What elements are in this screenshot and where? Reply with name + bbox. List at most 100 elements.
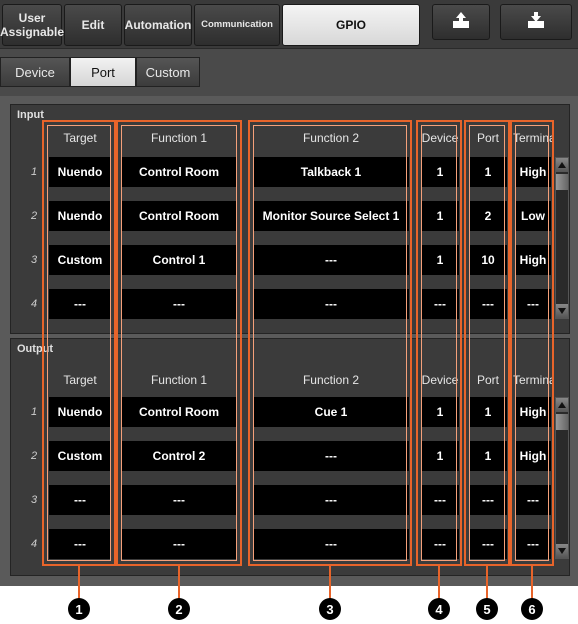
- function-2-cell[interactable]: ---: [253, 289, 409, 319]
- main-tab-bar: User Assignable Edit Automation Communicati…: [0, 0, 578, 48]
- column-header-port: Port: [476, 131, 499, 145]
- function-1-cell[interactable]: ---: [121, 529, 237, 559]
- callout-1: 1: [68, 598, 90, 620]
- port-cell[interactable]: 1: [469, 157, 507, 187]
- input-section: Input Target Function 1 Function 2 Device Por…: [10, 104, 570, 334]
- scroll-thumb[interactable]: [556, 414, 568, 430]
- column-header-target: Target: [63, 131, 97, 145]
- device-cell[interactable]: 1: [421, 397, 459, 427]
- function-1-cell[interactable]: Control Room: [121, 201, 237, 231]
- column-header-function-1: Function 1: [150, 131, 208, 145]
- column-header-terminal: Terminal: [513, 373, 553, 387]
- port-cell[interactable]: 2: [469, 201, 507, 231]
- target-cell[interactable]: Nuendo: [49, 157, 111, 187]
- upload-icon: [451, 10, 471, 35]
- function-1-cell[interactable]: ---: [121, 485, 237, 515]
- row-number: 1: [30, 406, 38, 418]
- port-cell[interactable]: ---: [469, 485, 507, 515]
- device-cell[interactable]: 1: [421, 245, 459, 275]
- function-1-cell[interactable]: Control Room: [121, 397, 237, 427]
- row-number: 4: [30, 538, 38, 550]
- output-section-label: Output: [17, 343, 54, 355]
- callout-4: 4: [428, 598, 450, 620]
- function-2-cell[interactable]: ---: [253, 441, 409, 471]
- callout-leader: [78, 566, 80, 600]
- terminal-cell[interactable]: ---: [515, 485, 551, 515]
- scroll-down-button[interactable]: [556, 304, 568, 318]
- upload-button[interactable]: [432, 4, 490, 40]
- column-header-target: Target: [63, 373, 97, 387]
- device-cell[interactable]: 1: [421, 201, 459, 231]
- device-cell[interactable]: 1: [421, 157, 459, 187]
- terminal-cell[interactable]: Low: [515, 201, 551, 231]
- gpio-port-settings-window: User Assignable Edit Automation Communicati…: [0, 0, 578, 624]
- port-cell[interactable]: 10: [469, 245, 507, 275]
- tab-user-assignable[interactable]: User Assignable: [0, 4, 64, 46]
- callout-leader: [486, 566, 488, 600]
- output-section: Output Target Function 1 Function 2 Device Po…: [10, 338, 570, 576]
- function-2-cell[interactable]: Talkback 1: [253, 157, 409, 187]
- function-2-cell[interactable]: ---: [253, 529, 409, 559]
- terminal-cell[interactable]: High: [515, 245, 551, 275]
- target-cell[interactable]: ---: [49, 529, 111, 559]
- port-settings-panel: Input Target Function 1 Function 2 Device Por…: [0, 96, 578, 586]
- column-header-device: Device: [421, 373, 459, 387]
- tab-communication[interactable]: Communication: [194, 4, 280, 46]
- row-number: 2: [30, 210, 38, 222]
- callout-leader: [178, 566, 180, 600]
- function-2-cell[interactable]: Monitor Source Select 1: [253, 201, 409, 231]
- terminal-cell[interactable]: ---: [515, 289, 551, 319]
- terminal-cell[interactable]: High: [515, 441, 551, 471]
- target-cell[interactable]: Custom: [49, 441, 111, 471]
- tab-automation[interactable]: Automation: [124, 4, 192, 46]
- scroll-up-button[interactable]: [556, 398, 568, 412]
- column-header-device: Device: [421, 131, 459, 145]
- target-cell[interactable]: Custom: [49, 245, 111, 275]
- column-header-function-2: Function 2: [302, 131, 360, 145]
- function-2-cell[interactable]: Cue 1: [253, 397, 409, 427]
- callout-leader: [438, 566, 440, 600]
- callout-leader: [329, 566, 331, 600]
- terminal-cell[interactable]: ---: [515, 529, 551, 559]
- download-button[interactable]: [500, 4, 572, 40]
- callout-2: 2: [168, 598, 190, 620]
- terminal-cell[interactable]: High: [515, 397, 551, 427]
- row-number: 4: [30, 298, 38, 310]
- input-section-label: Input: [17, 109, 44, 121]
- output-scrollbar[interactable]: [555, 397, 569, 559]
- column-header-function-2: Function 2: [302, 373, 360, 387]
- tab-edit[interactable]: Edit: [64, 4, 122, 46]
- target-cell[interactable]: Nuendo: [49, 201, 111, 231]
- device-cell[interactable]: 1: [421, 441, 459, 471]
- port-cell[interactable]: 1: [469, 397, 507, 427]
- port-cell[interactable]: ---: [469, 529, 507, 559]
- column-header-function-1: Function 1: [150, 373, 208, 387]
- function-1-cell[interactable]: Control 2: [121, 441, 237, 471]
- device-cell[interactable]: ---: [421, 289, 459, 319]
- scroll-down-button[interactable]: [556, 544, 568, 558]
- tab-gpio[interactable]: GPIO: [282, 4, 420, 46]
- function-1-cell[interactable]: Control Room: [121, 157, 237, 187]
- row-number: 3: [30, 254, 38, 266]
- callout-3: 3: [319, 598, 341, 620]
- subtab-custom[interactable]: Custom: [136, 57, 200, 87]
- scroll-thumb[interactable]: [556, 174, 568, 190]
- terminal-cell[interactable]: High: [515, 157, 551, 187]
- target-cell[interactable]: Nuendo: [49, 397, 111, 427]
- function-1-cell[interactable]: Control 1: [121, 245, 237, 275]
- subtab-port[interactable]: Port: [70, 57, 136, 87]
- callout-5: 5: [476, 598, 498, 620]
- function-1-cell[interactable]: ---: [121, 289, 237, 319]
- port-cell[interactable]: ---: [469, 289, 507, 319]
- scroll-up-button[interactable]: [556, 158, 568, 172]
- target-cell[interactable]: ---: [49, 485, 111, 515]
- function-2-cell[interactable]: ---: [253, 245, 409, 275]
- row-number: 3: [30, 494, 38, 506]
- port-cell[interactable]: 1: [469, 441, 507, 471]
- device-cell[interactable]: ---: [421, 529, 459, 559]
- function-2-cell[interactable]: ---: [253, 485, 409, 515]
- subtab-device[interactable]: Device: [0, 57, 70, 87]
- input-scrollbar[interactable]: [555, 157, 569, 319]
- target-cell[interactable]: ---: [49, 289, 111, 319]
- device-cell[interactable]: ---: [421, 485, 459, 515]
